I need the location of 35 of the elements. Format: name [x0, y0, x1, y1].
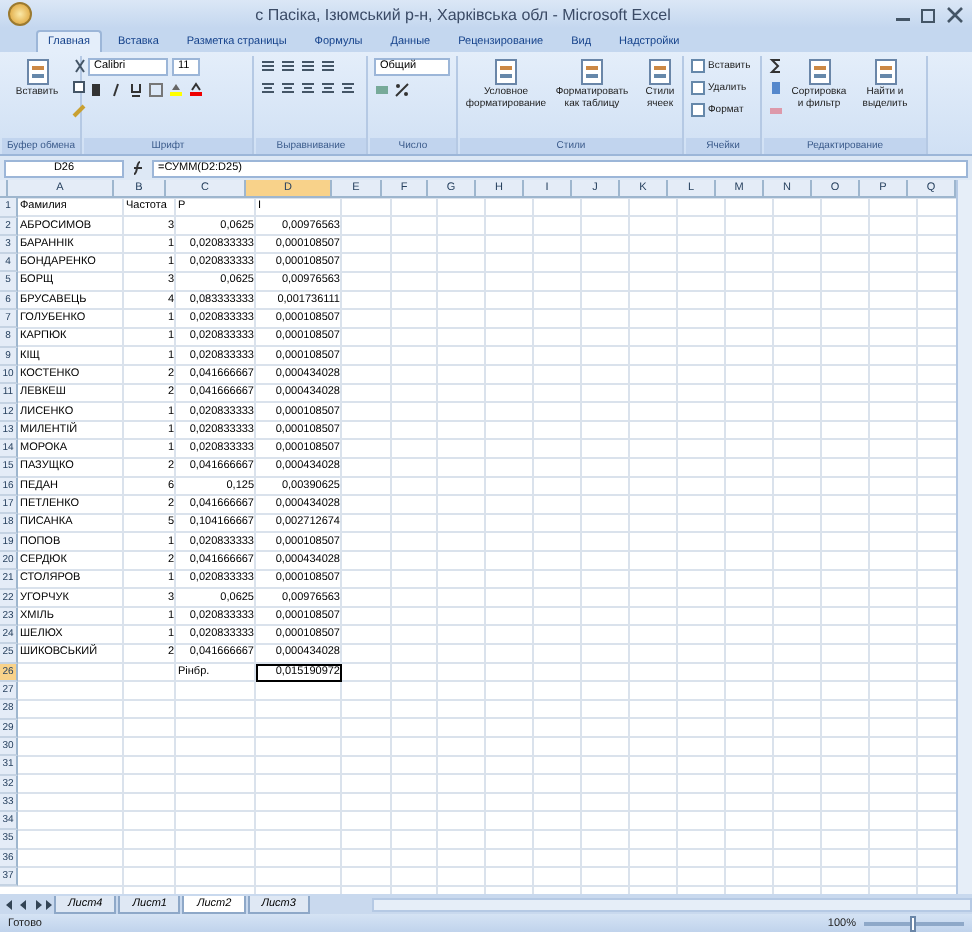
zoom-thumb[interactable] — [910, 915, 916, 931]
sum-icon[interactable] — [768, 58, 784, 74]
align-icon[interactable] — [260, 80, 276, 96]
bold-icon[interactable] — [88, 82, 104, 98]
office-button[interactable] — [8, 2, 32, 26]
copy-icon[interactable] — [72, 80, 88, 96]
document-icon — [805, 58, 833, 86]
fill-icon[interactable] — [768, 80, 784, 96]
window-title: с Пасіка, Ізюмський р-н, Харківська обл - Microsoft Excel — [253, 5, 673, 23]
italic-icon[interactable] — [108, 82, 124, 98]
horizontal-scrollbar[interactable] — [371, 897, 972, 911]
maximize-icon[interactable] — [920, 5, 938, 23]
document-icon — [23, 58, 51, 86]
percent-icon[interactable] — [394, 82, 410, 98]
align-icon[interactable] — [300, 58, 316, 74]
align-icon[interactable] — [340, 80, 356, 96]
font-color-icon[interactable] — [188, 82, 204, 98]
border-icon[interactable] — [148, 82, 164, 98]
function-icon[interactable] — [130, 160, 146, 176]
fill-color-icon[interactable] — [168, 82, 184, 98]
close-icon[interactable] — [946, 5, 964, 23]
sheet-nav-icon[interactable] — [4, 897, 52, 911]
align-icon[interactable] — [320, 58, 336, 74]
document-icon — [871, 58, 899, 86]
document-icon — [578, 58, 606, 86]
align-icon[interactable] — [280, 58, 296, 74]
underline-icon[interactable] — [128, 82, 144, 98]
align-icon[interactable] — [280, 80, 296, 96]
document-icon — [492, 58, 520, 86]
document-icon — [646, 58, 674, 86]
vertical-scrollbar[interactable] — [956, 180, 972, 894]
scissors-icon[interactable] — [72, 58, 88, 74]
align-icon[interactable] — [300, 80, 316, 96]
align-icon[interactable] — [260, 58, 276, 74]
align-icon[interactable] — [320, 80, 336, 96]
